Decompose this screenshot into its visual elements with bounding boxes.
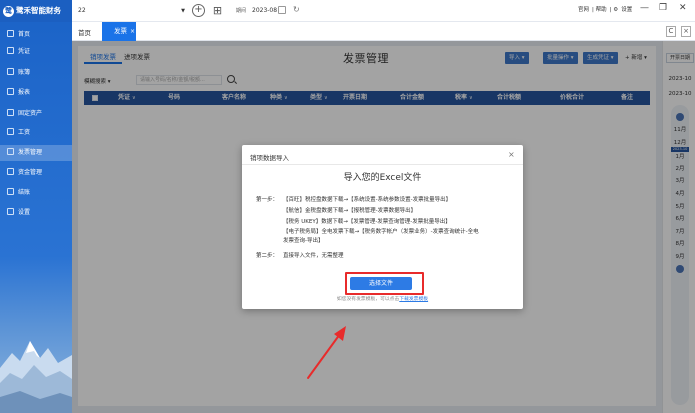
- sidebar-item-label: 工资: [18, 129, 31, 136]
- download-template-link[interactable]: 下载发票模板: [399, 297, 428, 302]
- tab-home[interactable]: 首页: [78, 27, 91, 37]
- mountain-illustration: [0, 341, 72, 413]
- link-help[interactable]: 帮助: [596, 7, 607, 13]
- refresh-icon[interactable]: C: [666, 26, 676, 37]
- logo-mark-icon: 鹭: [3, 5, 14, 17]
- sidebar: 首页 凭证 账簿 报表 固定资产 工资 发票管理 资金管理 结账 设置: [0, 22, 72, 413]
- step1-line: 发票查询-导出】: [283, 238, 324, 244]
- sidebar-item-label: 报表: [18, 89, 31, 96]
- sidebar-item-ledger[interactable]: 账簿: [0, 65, 72, 81]
- dialog-footer: 如您没有发票模板，可以点击下载发票模板: [242, 295, 523, 302]
- sidebar-item-settings[interactable]: 设置: [0, 205, 72, 221]
- app-logo: 鹭鹭禾智能财务: [0, 0, 72, 22]
- sidebar-item-label: 固定资产: [18, 110, 43, 117]
- sidebar-item-label: 设置: [18, 209, 31, 216]
- sidebar-item-home[interactable]: 首页: [0, 27, 72, 43]
- home-icon: [7, 30, 14, 37]
- grid-apps-icon[interactable]: ⊞: [211, 4, 224, 17]
- footer-text: 如您没有发票模板，可以点击: [336, 297, 400, 302]
- ledger-icon: [7, 68, 14, 75]
- calendar-icon[interactable]: [278, 6, 286, 14]
- dialog-title: 销项数据导入: [250, 154, 289, 162]
- refresh-icon[interactable]: ↻: [293, 5, 300, 14]
- sidebar-item-invoices[interactable]: 发票管理: [0, 145, 72, 161]
- sidebar-item-voucher[interactable]: 凭证: [0, 44, 72, 60]
- close-tab-icon[interactable]: ×: [130, 28, 135, 35]
- step1-label: 第一步：: [256, 197, 279, 203]
- sidebar-item-fixed-assets[interactable]: 固定资产: [0, 106, 72, 122]
- sidebar-item-label: 发票管理: [18, 149, 43, 156]
- logo-text: 鹭禾智能财务: [16, 6, 61, 15]
- close-window-icon[interactable]: ✕: [679, 3, 687, 13]
- report-icon: [7, 88, 14, 95]
- dialog-heading: 导入您的Excel文件: [343, 173, 422, 183]
- tab-bar: 首页 发票 × C ×: [72, 22, 695, 41]
- voucher-icon: [7, 47, 14, 54]
- asset-icon: [7, 109, 14, 116]
- sidebar-item-label: 结账: [18, 189, 31, 196]
- select-file-button[interactable]: 选择文件: [350, 277, 412, 290]
- import-dialog: 销项数据导入 × 导入您的Excel文件 第一步： 【百旺】税控盘数据下载→【系…: [242, 145, 523, 309]
- step2-label: 第二步：: [256, 253, 279, 259]
- step1-line: 【税务 UKEY】数据下载→【发票管理-发票查询管理-发票批量导出】: [283, 219, 451, 225]
- step2-text: 直接导入文件，无需整理: [283, 253, 344, 259]
- maximize-icon[interactable]: ❐: [659, 3, 667, 13]
- step1-line: 【电子税务局】全电发票下载→【税务数字帐户（发票业务）-发票查询统计-全电: [283, 229, 479, 235]
- period-label: 期间: [236, 8, 247, 14]
- sidebar-item-label: 凭证: [18, 48, 31, 55]
- sidebar-item-closing[interactable]: 结账: [0, 185, 72, 201]
- funds-icon: [7, 168, 14, 175]
- account-selector[interactable]: 22 ▼: [76, 5, 186, 17]
- chevron-down-icon: ▼: [181, 8, 185, 14]
- period-value[interactable]: 2023-08: [252, 5, 277, 17]
- payroll-icon: [7, 128, 14, 135]
- sidebar-item-reports[interactable]: 报表: [0, 85, 72, 101]
- app-window: 鹭鹭禾智能财务 22 ▼ + ⊞ 期间 2023-08 ↻ 官网 | 帮助 | ⚙ 设…: [0, 0, 695, 413]
- divider: [242, 164, 523, 165]
- minimize-icon[interactable]: —: [640, 3, 649, 13]
- step1-line: 【百旺】税控盘数据下载→【系统设置-系统参数设置-发票批量导出】: [283, 197, 452, 203]
- settings-icon: [7, 208, 14, 215]
- tab-invoices[interactable]: 发票 ×: [102, 22, 136, 41]
- top-bar: 鹭鹭禾智能财务 22 ▼ + ⊞ 期间 2023-08 ↻ 官网 | 帮助 | ⚙ 设…: [0, 0, 695, 22]
- top-links: 官网 | 帮助 | ⚙ 设置: [578, 7, 633, 13]
- invoice-icon: [7, 148, 14, 155]
- step1-line: 【航信】金税盘数据下载→【报税管理-发票数据导出】: [283, 208, 417, 214]
- sidebar-item-label: 资金管理: [18, 169, 43, 176]
- gear-icon[interactable]: ⚙: [613, 7, 618, 13]
- tab-label: 发票: [114, 27, 127, 35]
- add-circle-icon[interactable]: +: [192, 4, 205, 17]
- link-settings[interactable]: 设置: [621, 7, 632, 13]
- closing-icon: [7, 188, 14, 195]
- sidebar-item-label: 首页: [18, 31, 31, 38]
- link-official-site[interactable]: 官网: [578, 7, 589, 13]
- sidebar-item-funds[interactable]: 资金管理: [0, 165, 72, 181]
- sidebar-item-payroll[interactable]: 工资: [0, 125, 72, 141]
- close-icon[interactable]: ×: [508, 150, 515, 159]
- close-all-tabs-icon[interactable]: ×: [681, 26, 691, 37]
- account-value: 22: [78, 7, 86, 14]
- sidebar-item-label: 账簿: [18, 69, 31, 76]
